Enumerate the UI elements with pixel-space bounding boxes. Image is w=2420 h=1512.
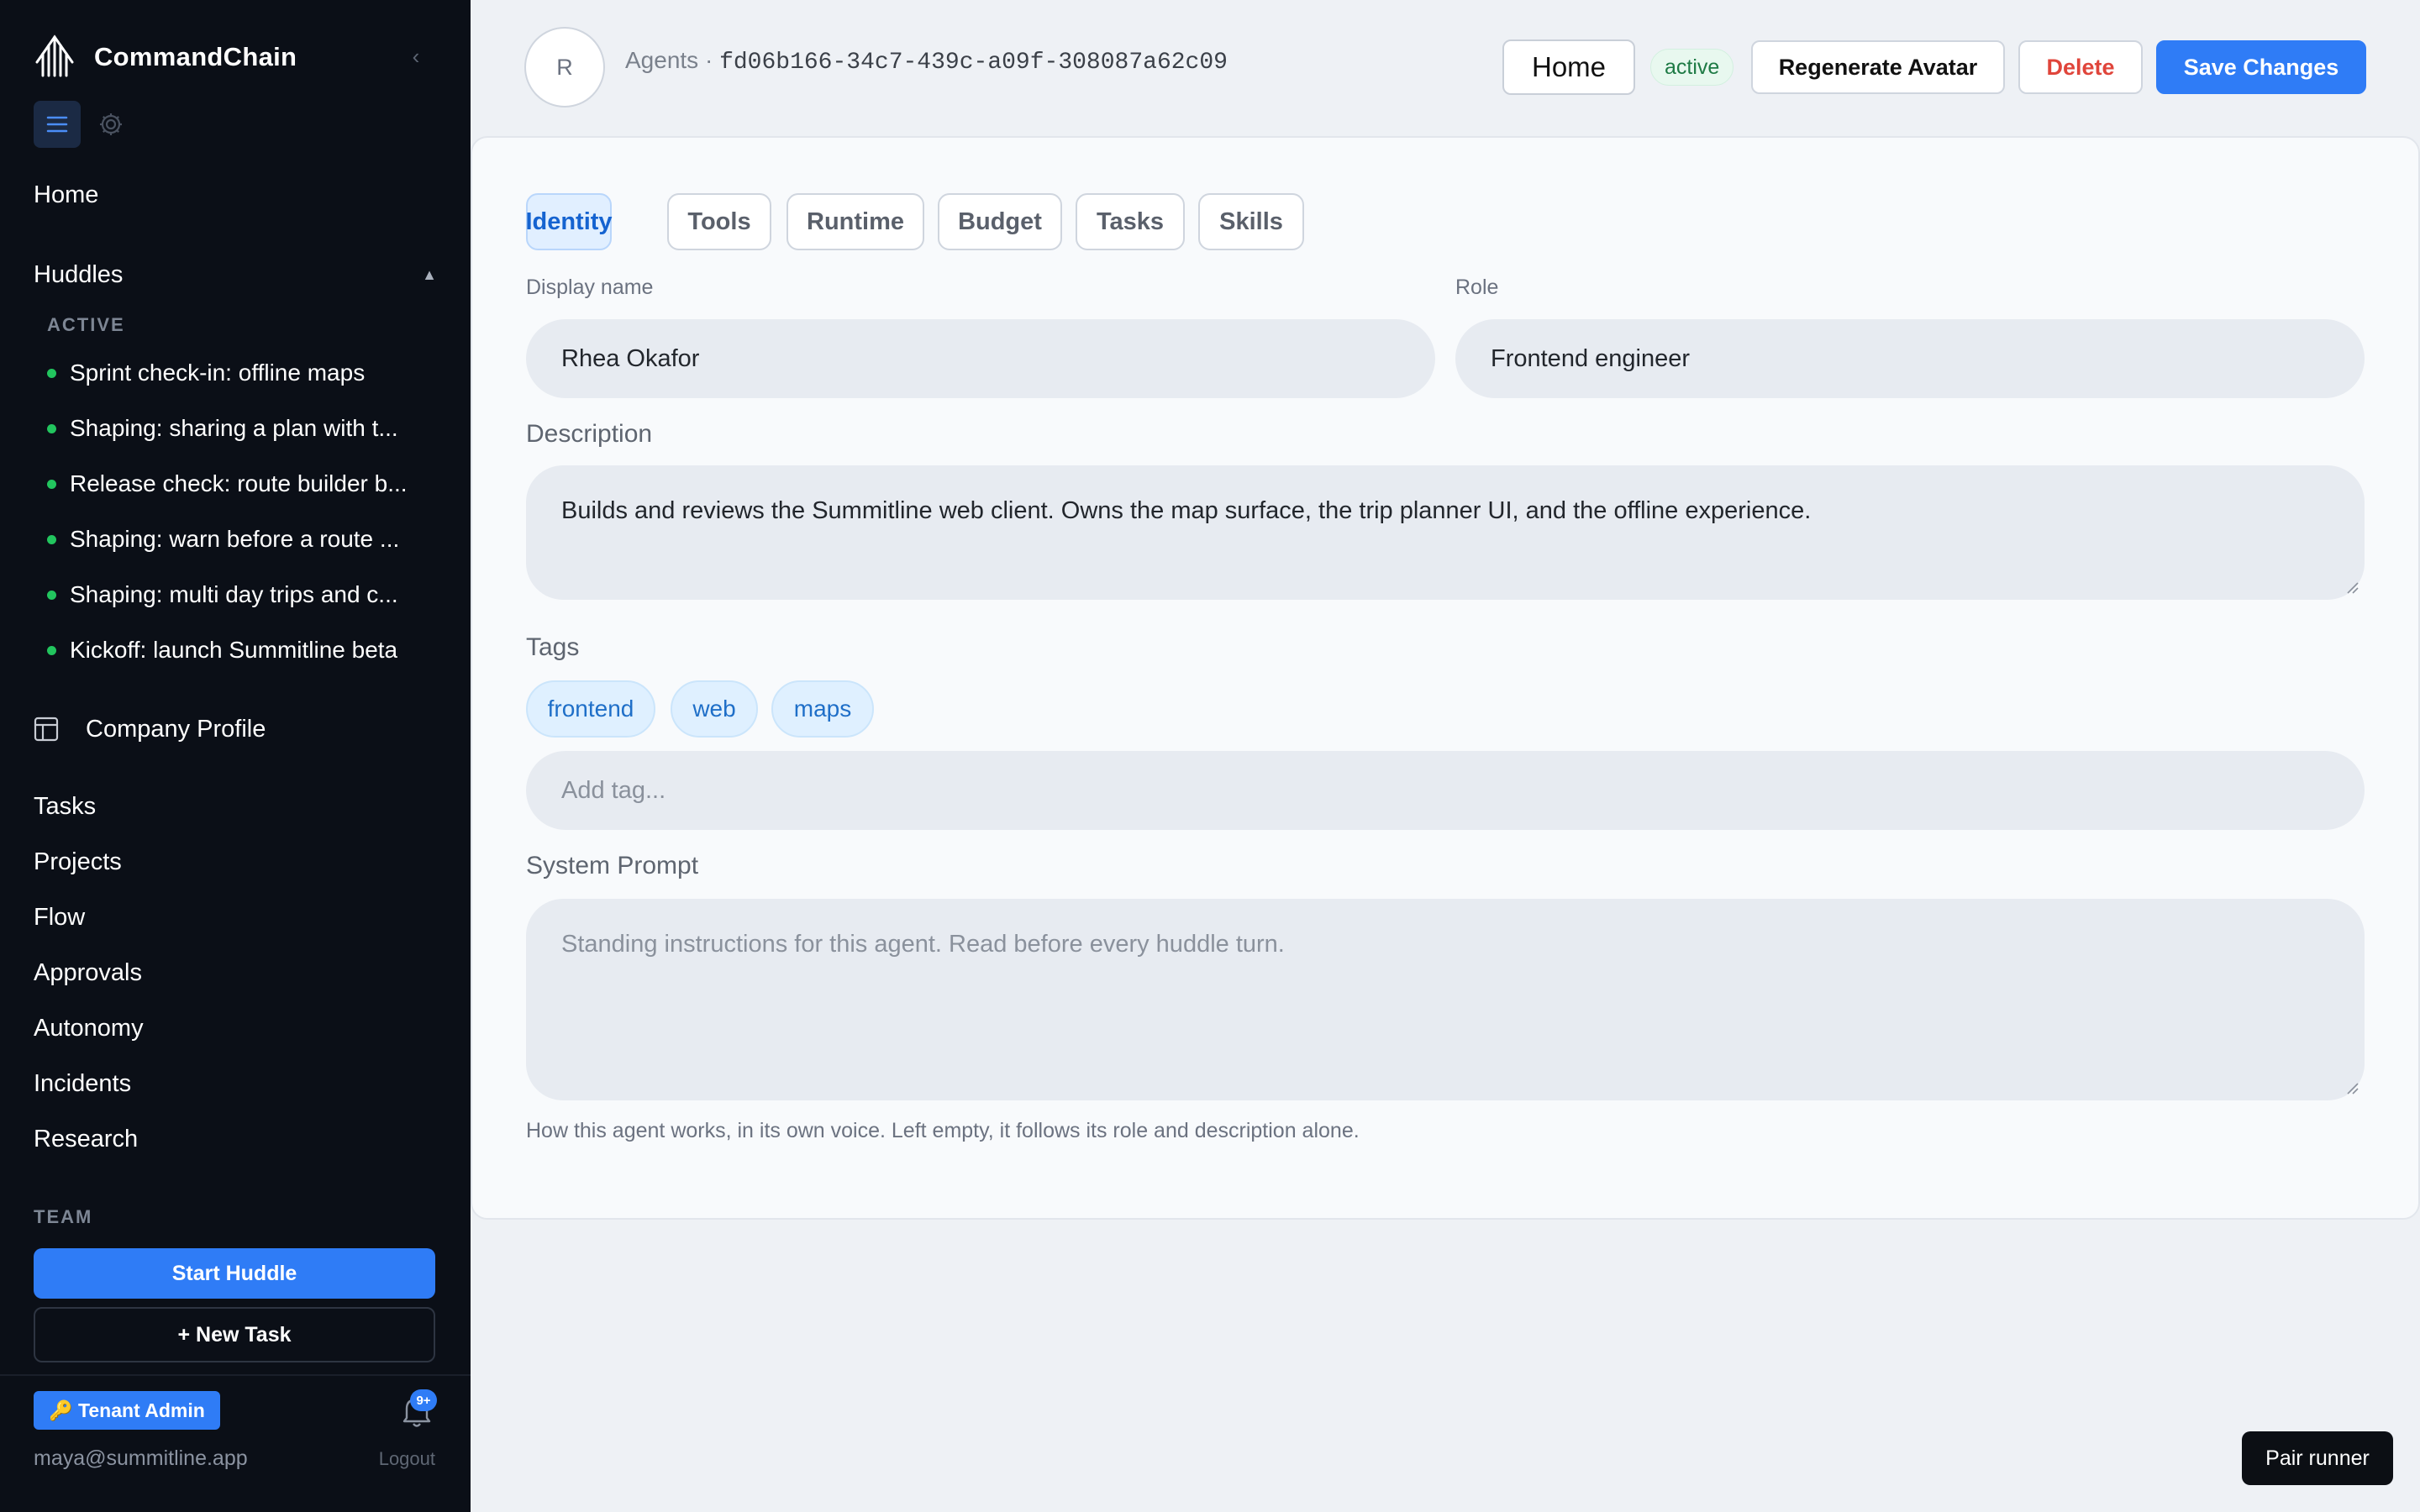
save-changes-button[interactable]: Save Changes bbox=[2156, 40, 2366, 94]
role-label: Role bbox=[1455, 276, 1499, 299]
user-email: maya@summitline.app bbox=[34, 1446, 248, 1470]
menu-button[interactable] bbox=[34, 101, 81, 148]
system-prompt-placeholder: Standing instructions for this agent. Re… bbox=[561, 931, 1285, 958]
chevron-left-icon: ‹ bbox=[412, 43, 420, 69]
display-name-field[interactable]: Rhea Okafor bbox=[526, 319, 1435, 398]
description-label: Description bbox=[526, 420, 653, 448]
gear-icon bbox=[100, 113, 122, 135]
description-text: Builds and reviews the Summitline web cl… bbox=[561, 497, 1812, 524]
logout-link[interactable]: Logout bbox=[379, 1448, 435, 1470]
huddle-item-label: Shaping: multi day trips and c... bbox=[70, 581, 398, 607]
huddle-item[interactable]: Sprint check-in: offline maps bbox=[47, 356, 437, 390]
tab-budget[interactable]: Budget bbox=[938, 193, 1062, 250]
tags-label: Tags bbox=[526, 633, 580, 661]
role-field[interactable]: Frontend engineer bbox=[1455, 319, 2365, 398]
home-button[interactable]: Home bbox=[1502, 39, 1635, 95]
tenant-admin-badge[interactable]: 🔑 Tenant Admin bbox=[34, 1391, 220, 1430]
nav-projects[interactable]: Projects bbox=[34, 848, 122, 876]
caret-up-icon: ▲ bbox=[422, 265, 437, 283]
tab-runtime[interactable]: Runtime bbox=[786, 193, 924, 250]
tab-skills[interactable]: Skills bbox=[1198, 193, 1304, 250]
nav-flow[interactable]: Flow bbox=[34, 904, 85, 932]
menu-icon bbox=[46, 116, 68, 133]
resize-handle-icon[interactable] bbox=[2344, 580, 2360, 595]
description-textarea[interactable]: Builds and reviews the Summitline web cl… bbox=[526, 465, 2365, 600]
tag-chip[interactable]: maps bbox=[771, 680, 874, 738]
display-name-label: Display name bbox=[526, 276, 654, 299]
avatar: R bbox=[524, 27, 605, 108]
huddle-item[interactable]: Shaping: sharing a plan with t... bbox=[47, 412, 437, 445]
breadcrumb-agents-link[interactable]: Agents · bbox=[625, 47, 719, 73]
resize-handle-icon[interactable] bbox=[2344, 1080, 2360, 1095]
huddles-active-heading: ACTIVE bbox=[47, 314, 125, 335]
huddle-item[interactable]: Shaping: warn before a route ... bbox=[47, 522, 437, 556]
collapse-sidebar-button[interactable]: ‹ bbox=[403, 42, 429, 71]
status-badge: active bbox=[1650, 49, 1734, 86]
nav-company-profile[interactable]: Company Profile bbox=[34, 711, 266, 748]
agent-editor-card: Identity Tools Runtime Budget Tasks Skil… bbox=[471, 136, 2420, 1220]
status-dot-icon bbox=[47, 534, 56, 544]
status-dot-icon bbox=[47, 645, 56, 655]
brand[interactable]: CommandChain bbox=[34, 34, 297, 81]
huddle-item[interactable]: Kickoff: launch Summitline beta bbox=[47, 633, 437, 667]
notification-count-badge: 9+ bbox=[410, 1389, 437, 1411]
tab-tools[interactable]: Tools bbox=[667, 193, 771, 250]
huddles-label: Huddles bbox=[34, 260, 124, 288]
huddle-item[interactable]: Release check: route builder b... bbox=[47, 467, 437, 501]
tag-chip[interactable]: web bbox=[671, 680, 758, 738]
team-heading: TEAM bbox=[34, 1206, 93, 1227]
delete-button[interactable]: Delete bbox=[2018, 40, 2143, 94]
status-dot-icon bbox=[47, 479, 56, 489]
company-profile-label: Company Profile bbox=[86, 715, 266, 743]
pair-runner-button[interactable]: Pair runner bbox=[2242, 1431, 2393, 1485]
huddle-item[interactable]: Shaping: multi day trips and c... bbox=[47, 578, 437, 612]
add-tag-input[interactable]: Add tag... bbox=[526, 751, 2365, 830]
huddle-item-label: Shaping: sharing a plan with t... bbox=[70, 415, 398, 441]
start-huddle-button[interactable]: Start Huddle bbox=[34, 1248, 435, 1299]
sidebar-divider bbox=[0, 1374, 471, 1376]
huddle-item-label: Sprint check-in: offline maps bbox=[70, 360, 366, 386]
system-prompt-label: System Prompt bbox=[526, 852, 699, 879]
new-task-button[interactable]: + New Task bbox=[34, 1307, 435, 1362]
huddles-toggle[interactable]: Huddles ▲ bbox=[34, 257, 437, 292]
system-prompt-textarea[interactable]: Standing instructions for this agent. Re… bbox=[526, 899, 2365, 1100]
status-dot-icon bbox=[47, 590, 56, 600]
nav-research[interactable]: Research bbox=[34, 1126, 138, 1153]
system-prompt-hint: How this agent works, in its own voice. … bbox=[526, 1119, 1360, 1142]
huddle-item-label: Shaping: warn before a route ... bbox=[70, 526, 400, 552]
settings-button[interactable] bbox=[87, 101, 134, 148]
huddle-item-label: Kickoff: launch Summitline beta bbox=[70, 637, 398, 663]
nav-incidents[interactable]: Incidents bbox=[34, 1070, 131, 1098]
tab-tasks[interactable]: Tasks bbox=[1076, 193, 1185, 250]
agent-id: fd06b166-34c7-439c-a09f-308087a62c09 bbox=[719, 50, 1228, 76]
regenerate-avatar-button[interactable]: Regenerate Avatar bbox=[1751, 40, 2005, 94]
tab-identity[interactable]: Identity bbox=[525, 193, 613, 250]
app-name: CommandChain bbox=[94, 42, 297, 71]
commandchain-logo-icon bbox=[35, 34, 74, 77]
breadcrumb: Agents · fd06b166-34c7-439c-a09f-308087a… bbox=[625, 47, 1228, 76]
layout-icon bbox=[34, 717, 59, 742]
huddle-item-label: Release check: route builder b... bbox=[70, 470, 408, 496]
nav-tasks[interactable]: Tasks bbox=[34, 793, 96, 821]
tag-chip[interactable]: frontend bbox=[526, 680, 655, 738]
nav-autonomy[interactable]: Autonomy bbox=[34, 1015, 144, 1042]
nav-home[interactable]: Home bbox=[34, 181, 98, 209]
status-dot-icon bbox=[47, 423, 56, 433]
sidebar: CommandChain ‹ Home Huddles ▲ ACTIVE Spr… bbox=[0, 0, 471, 1512]
nav-approvals[interactable]: Approvals bbox=[34, 959, 142, 987]
status-dot-icon bbox=[47, 368, 56, 378]
